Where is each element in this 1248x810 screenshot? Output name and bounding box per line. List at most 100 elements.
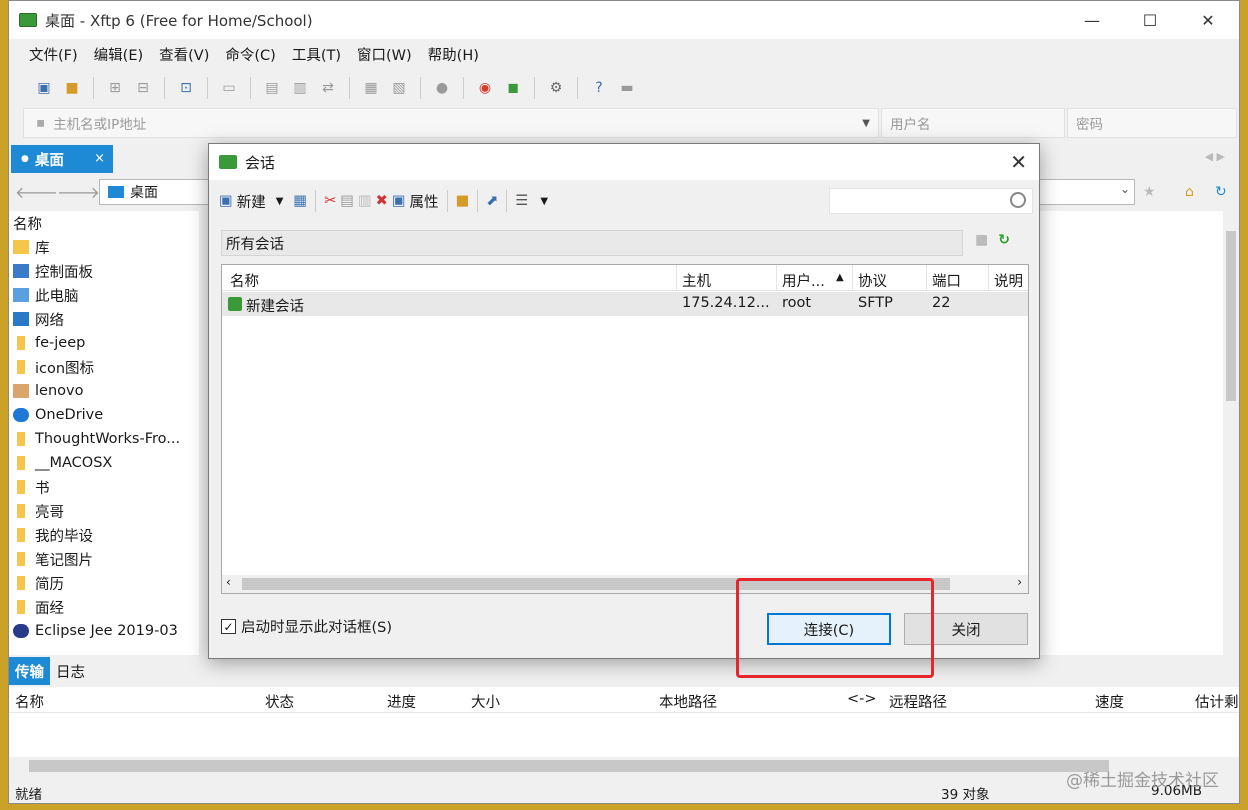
list-item[interactable]: OneDrive xyxy=(9,403,199,427)
column-name[interactable]: 名称 xyxy=(230,270,259,291)
tab-close-icon[interactable]: × xyxy=(94,151,105,166)
host-input[interactable]: ▪ 主机名或IP地址 ▼ xyxy=(23,108,879,138)
scroll-left-icon[interactable]: ‹ xyxy=(226,575,231,589)
session-row[interactable]: 新建会话 175.24.12... root SFTP 22 xyxy=(222,292,1028,316)
list-item[interactable]: 库 xyxy=(9,235,199,259)
column-name[interactable]: 名称 xyxy=(15,691,44,712)
open-folder-icon[interactable]: ■ xyxy=(61,77,83,99)
chevron-down-icon[interactable]: ▼ xyxy=(276,196,284,207)
home-folder-icon[interactable]: ⌂ xyxy=(1185,184,1194,200)
close-button[interactable]: ✕ xyxy=(1179,1,1237,39)
checkbox-icon[interactable]: ✓ xyxy=(221,619,236,634)
sync-icon[interactable]: ⇄ xyxy=(317,77,339,99)
list-item[interactable]: lenovo xyxy=(9,379,199,403)
menu-file[interactable]: 文件(F) xyxy=(29,44,78,65)
minimize-button[interactable]: — xyxy=(1063,1,1121,39)
list-item[interactable]: 此电脑 xyxy=(9,283,199,307)
tab-transfer[interactable]: 传输 xyxy=(9,657,50,685)
menu-view[interactable]: 查看(V) xyxy=(159,44,209,65)
menu-help[interactable]: 帮助(H) xyxy=(428,44,479,65)
properties-button[interactable]: 属性 xyxy=(410,191,439,212)
column-local-path[interactable]: 本地路径 xyxy=(659,691,717,712)
maximize-button[interactable]: ☐ xyxy=(1121,1,1179,39)
username-input[interactable]: 用户名 xyxy=(881,108,1065,138)
refresh-icon[interactable]: ↻ xyxy=(1215,184,1227,200)
dialog-close-icon[interactable]: ✕ xyxy=(1010,150,1027,174)
column-header-name[interactable]: 名称 xyxy=(9,211,199,235)
list-item[interactable]: 网络 xyxy=(9,307,199,331)
list-item[interactable]: 书 xyxy=(9,475,199,499)
column-description[interactable]: 说明 xyxy=(994,270,1023,291)
gear-icon[interactable]: ⚙ xyxy=(545,77,567,99)
back-icon[interactable]: 🡐 xyxy=(15,182,58,202)
show-on-startup-checkbox[interactable]: ✓ 启动时显示此对话框(S) xyxy=(221,616,392,637)
scrollbar-thumb[interactable] xyxy=(29,760,1109,772)
chevron-down-icon[interactable]: ▼ xyxy=(862,118,870,129)
parent-folder-icon[interactable]: ■ xyxy=(975,232,988,248)
list-item[interactable]: ThoughtWorks-Fro... xyxy=(9,427,199,451)
column-protocol[interactable]: 协议 xyxy=(858,270,887,291)
tab-scroll-icon[interactable]: ◀ ▶ xyxy=(1205,150,1225,163)
view-icon[interactable]: ☰ xyxy=(515,193,528,209)
download-icon[interactable]: ▧ xyxy=(388,77,410,99)
list-item[interactable]: Eclipse Jee 2019-03 xyxy=(9,619,199,643)
scroll-right-icon[interactable]: › xyxy=(1017,575,1022,589)
star-icon[interactable]: ★ xyxy=(1143,184,1156,200)
column-port[interactable]: 端口 xyxy=(932,270,961,291)
xftp-icon[interactable]: ◼ xyxy=(502,77,524,99)
cut-icon[interactable]: ✂ xyxy=(324,193,336,209)
connect-icon[interactable]: ⊞ xyxy=(104,77,126,99)
save-icon[interactable]: ▦ xyxy=(293,193,307,209)
menu-window[interactable]: 窗口(W) xyxy=(357,44,412,65)
menu-tools[interactable]: 工具(T) xyxy=(292,44,341,65)
properties-icon[interactable]: ▣ xyxy=(392,193,406,209)
vertical-scrollbar[interactable] xyxy=(1223,211,1239,655)
upload-icon[interactable]: ▦ xyxy=(360,77,382,99)
copy-icon[interactable]: ▤ xyxy=(261,77,283,99)
new-file-transfer-icon[interactable]: ⊡ xyxy=(175,77,197,99)
column-direction[interactable]: <-> xyxy=(847,691,877,707)
new-session-icon[interactable]: ▣ xyxy=(33,77,55,99)
list-item[interactable]: __MACOSX xyxy=(9,451,199,475)
forward-icon[interactable]: 🡒 xyxy=(57,182,100,202)
column-progress[interactable]: 进度 xyxy=(387,691,416,712)
list-item[interactable]: 亮哥 xyxy=(9,499,199,523)
globe-icon[interactable]: ● xyxy=(431,77,453,99)
list-item[interactable]: 我的毕设 xyxy=(9,523,199,547)
tab-log[interactable]: 日志 xyxy=(50,657,91,685)
column-remote-path[interactable]: 远程路径 xyxy=(889,691,947,712)
help-icon[interactable]: ? xyxy=(588,77,610,99)
remote-path-field[interactable]: ⌄ xyxy=(1039,179,1135,205)
delete-icon[interactable]: ✖ xyxy=(376,193,388,209)
horizontal-scrollbar[interactable] xyxy=(9,757,1239,775)
local-path-field[interactable]: 桌面 xyxy=(99,179,219,205)
terminal-icon[interactable]: ▭ xyxy=(218,77,240,99)
menu-edit[interactable]: 编辑(E) xyxy=(94,44,143,65)
open-shortcut-icon[interactable]: ⬈ xyxy=(486,193,498,209)
refresh-icon[interactable]: ↻ xyxy=(998,232,1010,248)
xshell-icon[interactable]: ◉ xyxy=(474,77,496,99)
tab-desktop[interactable]: ● 桌面 × xyxy=(11,145,113,173)
column-host[interactable]: 主机 xyxy=(682,270,711,291)
search-icon[interactable] xyxy=(1010,192,1026,208)
chevron-down-icon[interactable]: ▼ xyxy=(540,196,548,207)
chat-icon[interactable]: ▬ xyxy=(616,77,638,99)
column-speed[interactable]: 速度 xyxy=(1095,691,1124,712)
session-search-input[interactable] xyxy=(829,188,1033,214)
list-item[interactable]: fe-jeep xyxy=(9,331,199,355)
list-item[interactable]: 简历 xyxy=(9,571,199,595)
list-item[interactable]: 面经 xyxy=(9,595,199,619)
new-folder-icon[interactable]: ■ xyxy=(456,193,470,209)
disconnect-icon[interactable]: ⊟ xyxy=(132,77,154,99)
password-input[interactable]: 密码 xyxy=(1067,108,1237,138)
column-eta[interactable]: 估计剩 xyxy=(1195,691,1239,712)
chevron-down-icon[interactable]: ⌄ xyxy=(1120,182,1130,196)
column-user[interactable]: 用户... xyxy=(782,270,825,291)
menu-command[interactable]: 命令(C) xyxy=(225,44,275,65)
paste-icon[interactable]: ▥ xyxy=(358,193,372,209)
list-item[interactable]: 笔记图片 xyxy=(9,547,199,571)
new-session-icon[interactable]: ▣ xyxy=(219,193,233,209)
scrollbar-thumb[interactable] xyxy=(1226,231,1236,401)
new-session-button[interactable]: 新建 xyxy=(237,191,266,212)
copy-icon[interactable]: ▤ xyxy=(340,193,354,209)
